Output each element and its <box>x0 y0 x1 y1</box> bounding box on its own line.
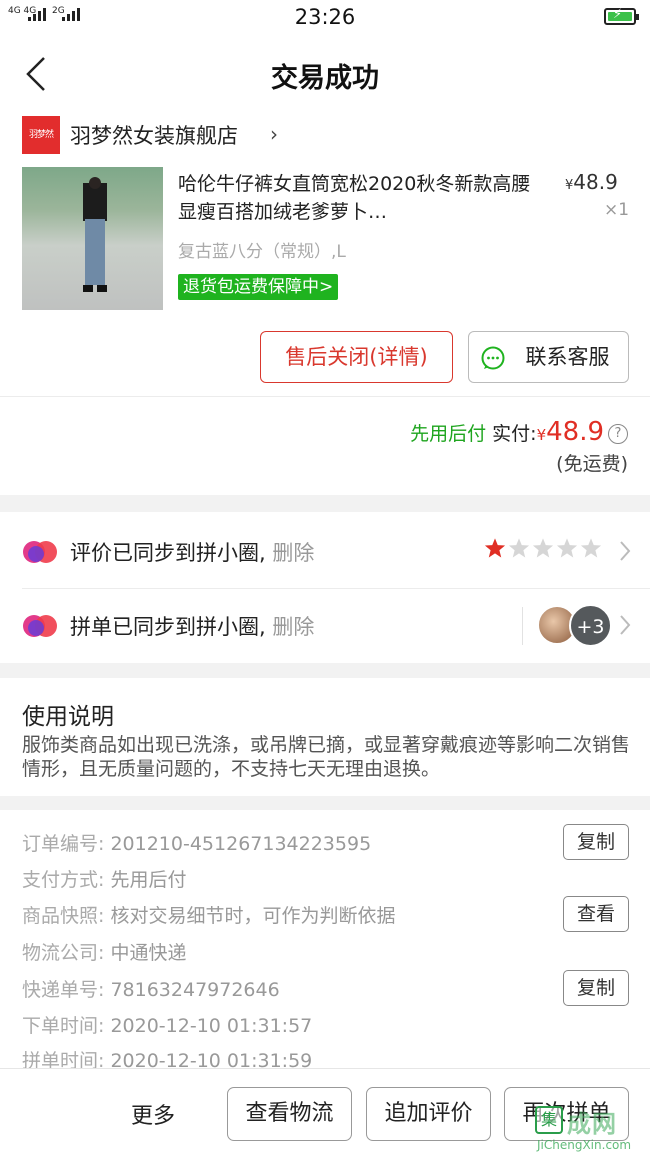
copy-tracking-number-button[interactable]: 复制 <box>563 970 629 1006</box>
contact-service-label: 联系客服 <box>525 345 610 369</box>
shop-name: 羽梦然女装旗舰店 <box>70 124 238 148</box>
product-price: ¥48.9 <box>565 170 618 194</box>
order-time-value: 2020-12-10 01:31:57 <box>110 1015 313 1037</box>
watermark-text: 成网 <box>567 1110 617 1138</box>
payment-summary: 先用后付 实付:¥48.9? <box>410 417 628 447</box>
section-gap <box>0 796 650 810</box>
help-icon[interactable]: ? <box>608 424 628 444</box>
review-delete-link[interactable]: 删除 <box>272 541 314 565</box>
contact-service-button[interactable]: 联系客服 <box>468 331 629 383</box>
snapshot-label: 商品快照: <box>22 905 105 927</box>
after-sale-details-button[interactable]: 售后关闭(详情) <box>260 331 453 383</box>
review-sync-row[interactable]: 评价已同步到拼小圈, 删除 <box>0 515 650 589</box>
more-members-badge: +3 <box>569 604 612 647</box>
add-review-button[interactable]: 追加评价 <box>366 1087 491 1141</box>
product-image <box>22 167 163 310</box>
snapshot-value: 核对交易细节时，可作为判断依据 <box>110 905 396 927</box>
payment-method-value: 先用后付 <box>110 869 187 891</box>
star-empty-icon <box>532 538 554 558</box>
pin-circle-logo-icon <box>23 541 57 563</box>
freight-note: (免运费) <box>556 453 628 475</box>
product-title: 哈伦牛仔裤女直筒宽松2020秋冬新款高腰显瘦百搭加绒老爹萝卜… <box>178 173 531 223</box>
shop-link[interactable]: 羽梦然 羽梦然女装旗舰店 › <box>0 114 650 156</box>
watermark-url: JiChengXin.com <box>537 1138 632 1152</box>
review-sync-text: 评价已同步到拼小圈, 删除 <box>70 537 314 567</box>
usage-text: 服饰类商品如出现已洗涤，或吊牌已摘，或显著穿戴痕迹等影响二次销售情形，且无质量问… <box>22 734 631 780</box>
page-title: 交易成功 <box>271 63 379 94</box>
group-sync-row[interactable]: 拼单已同步到拼小圈, 删除 +3 <box>0 589 650 663</box>
section-gap <box>0 495 650 512</box>
view-logistics-button[interactable]: 查看物流 <box>227 1087 352 1141</box>
divider <box>522 607 523 645</box>
shop-logo: 羽梦然 <box>22 116 60 154</box>
order-number-row: 订单编号: 201210-451267134223595 <box>22 829 542 856</box>
battery-charging-icon: ⚡ <box>604 7 639 25</box>
courier-row: 物流公司: 中通快递 <box>22 938 542 965</box>
usage-title: 使用说明 <box>22 704 114 730</box>
more-button[interactable]: 更多 <box>131 1098 175 1130</box>
nav-header: 交易成功 <box>0 34 650 114</box>
pin-circle-logo-icon <box>23 615 57 637</box>
divider <box>0 396 650 397</box>
view-snapshot-button[interactable]: 查看 <box>563 896 629 932</box>
tracking-number-value: 78163247972646 <box>110 979 280 1001</box>
review-sync-label: 评价已同步到拼小圈, <box>70 541 266 565</box>
order-number-value: 201210-451267134223595 <box>110 833 372 855</box>
order-number-label: 订单编号: <box>22 833 105 855</box>
star-empty-icon <box>580 538 602 558</box>
product-card[interactable]: 哈伦牛仔裤女直筒宽松2020秋冬新款高腰显瘦百搭加绒老爹萝卜… ¥48.9 ×1… <box>0 164 650 314</box>
watermark-logo: 集 <box>535 1106 563 1134</box>
courier-label: 物流公司: <box>22 942 105 964</box>
paid-amount: 48.9 <box>546 417 604 447</box>
snapshot-row: 商品快照: 核对交易细节时，可作为判断依据 <box>22 901 542 928</box>
section-gap <box>0 663 650 678</box>
chevron-right-icon: › <box>270 122 278 146</box>
return-shipping-guarantee-badge[interactable]: 退货包运费保障中> <box>178 274 339 300</box>
chevron-right-icon <box>620 615 631 635</box>
group-sync-text: 拼单已同步到拼小圈, 删除 <box>70 611 314 641</box>
site-watermark: 集 成网 JiChengXin.com <box>531 1104 649 1154</box>
star-empty-icon <box>556 538 578 558</box>
payment-method-label: 支付方式: <box>22 869 105 891</box>
product-quantity: ×1 <box>604 200 630 220</box>
chat-icon <box>481 346 505 370</box>
order-time-row: 下单时间: 2020-12-10 01:31:57 <box>22 1011 542 1038</box>
rating-stars <box>484 537 602 559</box>
tracking-number-label: 快递单号: <box>22 979 105 1001</box>
currency-symbol: ¥ <box>536 426 547 444</box>
group-delete-link[interactable]: 删除 <box>272 615 314 639</box>
clock: 23:26 <box>294 5 356 29</box>
payment-method-row: 支付方式: 先用后付 <box>22 865 542 892</box>
product-sku: 复古蓝八分（常规）,L <box>178 242 346 262</box>
paid-label: 实付: <box>492 423 537 445</box>
pay-later-label: 先用后付 <box>410 423 487 445</box>
order-time-label: 下单时间: <box>22 1015 105 1037</box>
star-filled-icon <box>484 538 506 558</box>
price-value: 48.9 <box>573 170 618 194</box>
copy-order-number-button[interactable]: 复制 <box>563 824 629 860</box>
star-empty-icon <box>508 538 530 558</box>
status-bar: 4G 4G 2G 23:26 ⚡ <box>0 0 650 34</box>
chevron-right-icon <box>620 541 631 561</box>
tracking-number-row: 快递单号: 78163247972646 <box>22 975 542 1002</box>
group-sync-label: 拼单已同步到拼小圈, <box>70 615 266 639</box>
courier-value: 中通快递 <box>110 942 187 964</box>
